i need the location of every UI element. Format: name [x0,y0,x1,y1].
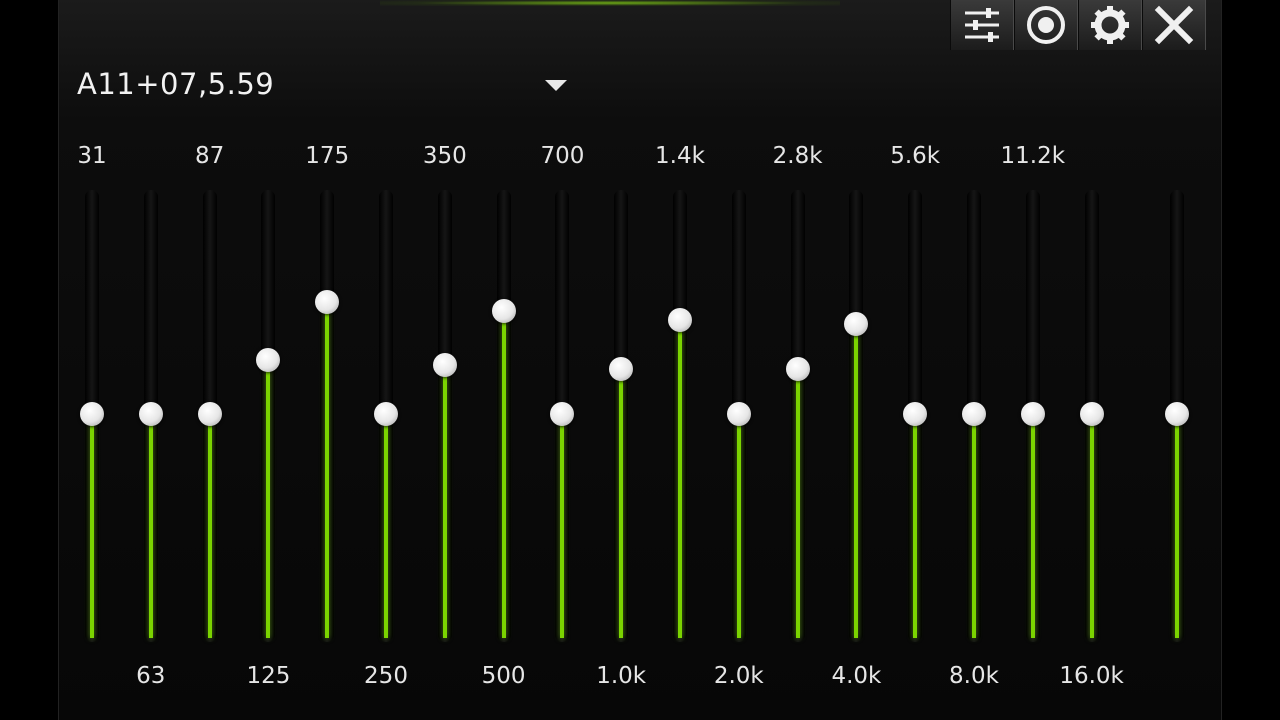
band-label: 175 [305,143,350,169]
band-label: 700 [540,143,585,169]
band-slider-fill [1089,414,1094,638]
band-slider-fill [90,414,94,638]
band-slider-knob[interactable] [374,402,398,426]
band-slider-fill [325,302,330,638]
band-slider-fill [854,324,859,638]
band-label: 4.0k [831,663,882,689]
band-label: 8.0k [949,663,999,689]
preset-dropdown[interactable]: A11+07,5.59 [77,64,577,104]
window-controls [950,0,1206,50]
record-button[interactable] [1014,0,1078,50]
preamp-slider-fill [1175,414,1179,638]
dropdown-arrow-icon [545,80,567,91]
settings-button[interactable] [1078,0,1142,50]
band-label: 2.0k [713,663,764,689]
band-slider-knob[interactable] [1020,402,1045,426]
band-slider-knob[interactable] [197,402,222,426]
band-label: 63 [136,663,166,689]
band-label: 2.8k [772,143,823,169]
band-label: 87 [194,143,225,169]
top-glow-decoration [380,0,840,6]
band-slider-knob[interactable] [138,402,163,426]
band-label: 250 [364,663,408,689]
band-slider-knob[interactable] [668,307,692,332]
target-icon [1027,6,1065,44]
band-label: 11.2k [1000,143,1066,169]
band-slider-fill [148,414,153,638]
band-slider-knob[interactable] [903,402,928,426]
band-label: 125 [246,663,291,689]
band-label: 5.6k [890,143,941,169]
band-slider-knob[interactable] [726,402,751,426]
sliders-icon [965,8,999,42]
band-label: 16.0k [1059,663,1124,689]
band-slider-knob[interactable] [80,402,104,426]
band-label: 350 [422,143,467,169]
band-slider-fill [619,369,624,638]
band-label: 1.4k [655,143,705,169]
band-slider-fill [736,414,741,638]
gear-icon [1091,6,1129,44]
band-slider-knob[interactable] [1079,402,1104,426]
band-slider-fill [384,414,388,638]
band-slider-knob[interactable] [962,402,986,426]
band-slider-knob[interactable] [315,290,340,314]
preset-name: A11+07,5.59 [77,67,275,101]
close-button[interactable] [1142,0,1206,50]
band-label: 500 [481,663,526,689]
preamp-slider-knob[interactable] [1165,402,1189,426]
band-slider-fill [560,414,565,638]
band-label: 1.0k [596,663,647,689]
band-slider-fill [266,360,271,638]
band-slider-knob[interactable] [785,357,810,382]
band-slider-fill [1030,414,1035,638]
band-slider-fill [501,310,506,638]
band-slider-knob[interactable] [491,298,516,323]
band-slider-fill [678,319,682,638]
band-slider-fill [913,414,918,638]
band-slider-fill [795,369,800,638]
close-icon [1154,5,1194,45]
band-label: 31 [77,143,107,169]
band-slider-fill [442,364,447,638]
band-slider-fill [972,414,976,638]
band-slider-knob[interactable] [432,352,457,377]
band-slider-fill [207,414,212,638]
sliders-button[interactable] [950,0,1014,50]
equalizer-window [58,0,1222,720]
